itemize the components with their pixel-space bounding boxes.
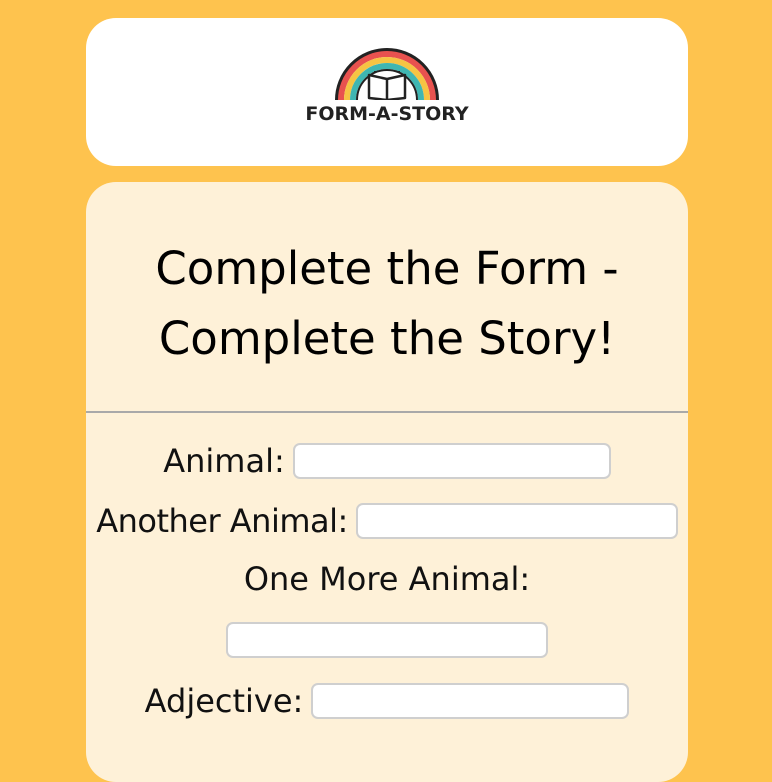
field-row-another-animal: Another Animal: xyxy=(82,502,692,540)
animal-label: Animal: xyxy=(163,442,285,480)
one-more-animal-label: One More Animal: xyxy=(243,560,531,598)
field-row-animal: Animal: xyxy=(86,442,688,480)
another-animal-label: Another Animal: xyxy=(96,502,348,540)
rainbow-book-icon xyxy=(335,48,439,100)
adjective-label: Adjective: xyxy=(144,682,304,720)
another-animal-input[interactable] xyxy=(355,503,678,539)
one-more-animal-input[interactable] xyxy=(226,622,548,658)
field-row-one-more-animal-label: One More Animal: xyxy=(86,560,688,598)
animal-input[interactable] xyxy=(292,443,611,479)
form-title: Complete the Form - Complete the Story! xyxy=(155,242,619,365)
field-row-one-more-animal-input xyxy=(86,622,688,658)
field-row-adjective: Adjective: xyxy=(86,682,688,720)
logo-text: FORM-A-STORY xyxy=(305,103,469,125)
divider xyxy=(86,411,688,413)
header-card: FORM-A-STORY xyxy=(86,18,688,166)
adjective-input[interactable] xyxy=(311,683,630,719)
story-form: Complete the Form - Complete the Story! … xyxy=(86,182,688,782)
logo[interactable]: FORM-A-STORY xyxy=(86,44,688,125)
